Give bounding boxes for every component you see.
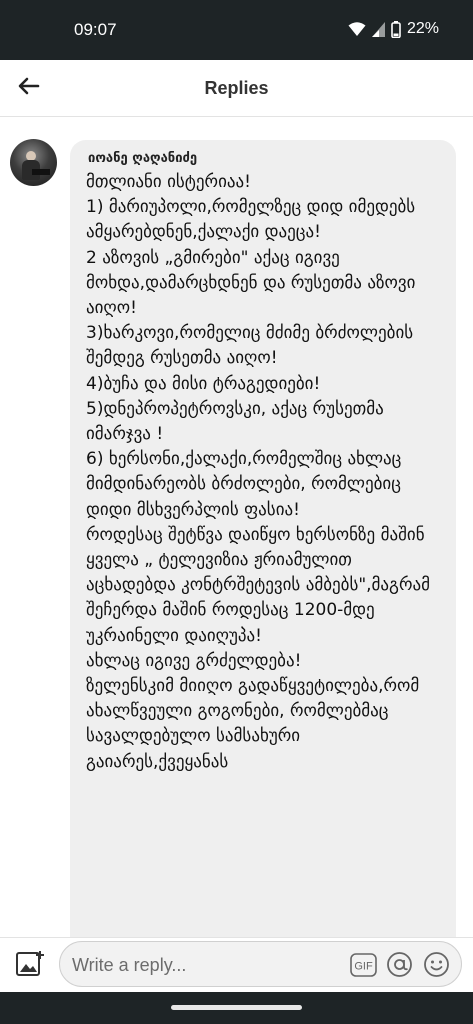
emoji-button[interactable]: [423, 951, 450, 978]
home-handle[interactable]: [171, 1005, 302, 1010]
battery-percent: 22%: [406, 20, 439, 37]
status-time: 09:07: [74, 20, 117, 39]
comment-bubble: იოანე ღაღანიძე მთლიანი ისტერიაა! 1) მარი…: [70, 140, 456, 937]
at-icon: [387, 952, 412, 977]
comment-text: მთლიანი ისტერიაა! 1) მარიუპოლი,რომელზეც …: [86, 172, 430, 772]
wifi-icon: [348, 21, 366, 36]
gif-button[interactable]: GIF: [350, 953, 377, 977]
gif-icon: GIF: [350, 953, 377, 977]
reply-field[interactable]: GIF: [59, 941, 462, 987]
mention-button[interactable]: [386, 951, 413, 978]
avatar[interactable]: [10, 139, 57, 186]
signal-icon: [371, 21, 385, 37]
emoji-icon: [424, 952, 449, 977]
gif-label: GIF: [354, 961, 373, 973]
status-icons: 22%: [348, 20, 439, 38]
status-bar: 09:07 22%: [0, 0, 473, 60]
image-icon: [16, 951, 44, 976]
page-title: Replies: [204, 78, 269, 98]
replies-list[interactable]: იოანე ღაღანიძე მთლიანი ისტერიაა! 1) მარი…: [0, 117, 473, 937]
comment-author[interactable]: იოანე ღაღანიძე: [88, 150, 440, 168]
reply-input[interactable]: [72, 952, 342, 978]
add-photo-button[interactable]: [14, 948, 46, 980]
battery-icon: [391, 20, 401, 38]
system-nav-bar: [0, 992, 473, 1024]
top-app-bar: Replies: [0, 60, 473, 117]
compose-bar: GIF: [0, 937, 473, 992]
